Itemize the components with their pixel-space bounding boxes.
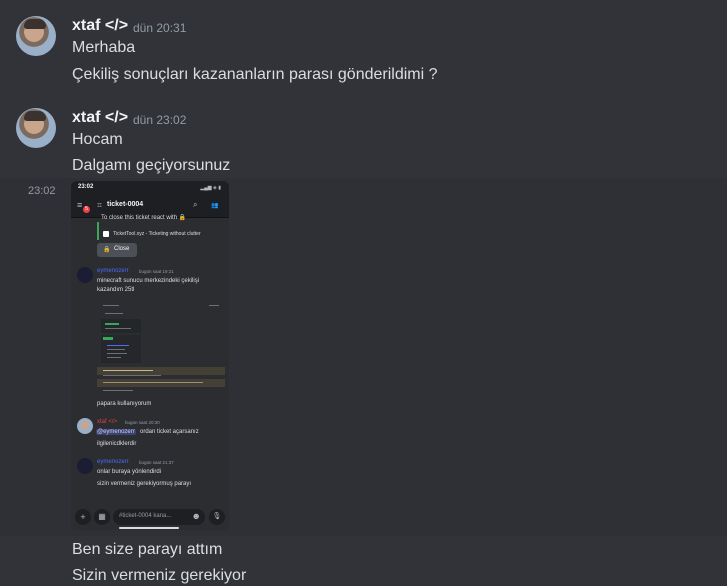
user-avatar[interactable] — [16, 16, 56, 56]
avatar-hair — [24, 19, 46, 29]
tickettool-icon — [103, 231, 109, 237]
message-timestamp: bugün saat 21:37 — [139, 460, 174, 465]
message-timestamp: bugün saat 19:21 — [139, 269, 174, 274]
user-avatar[interactable] — [16, 108, 56, 148]
message-text: onlar buraya yönlendirdi — [97, 469, 162, 475]
thumb-line — [103, 370, 153, 371]
thumb-line — [107, 349, 125, 350]
username: eymenozerr — [97, 459, 129, 465]
message-timestamp[interactable]: dün 23:02 — [133, 113, 186, 127]
close-label: Close — [114, 246, 130, 252]
message-text: Çekiliş sonuçları kazananların parası gö… — [72, 66, 438, 83]
message-text: kazandım 25tl — [97, 287, 135, 293]
avatar-hair — [24, 111, 46, 121]
username: eymenozerr — [97, 268, 129, 274]
emoji-icon: ☻ — [191, 511, 201, 521]
thumb-line — [209, 305, 219, 306]
thumb-bar — [105, 323, 119, 325]
thumb-highlight-row — [97, 379, 225, 387]
embed-text: To close this ticket react with 🔒 — [101, 215, 187, 221]
username[interactable]: xtaf </> — [72, 109, 128, 127]
user-avatar — [77, 418, 93, 434]
thumb-line — [103, 382, 203, 383]
mic-icon: 🎙 — [209, 509, 225, 525]
members-icon: 👥 — [211, 203, 219, 209]
message-text: Dalgamı geçiyorsunuz — [72, 157, 231, 174]
thumb-panel — [101, 319, 141, 333]
thumb-line — [105, 313, 123, 314]
home-indicator — [119, 527, 179, 529]
search-icon: ⌕ — [193, 200, 198, 209]
thumb-line — [103, 375, 161, 376]
message-text: sizin vermeniz gerekiyormuş parayı — [97, 481, 192, 487]
lock-icon: 🔒 — [103, 247, 111, 253]
thread-icon: ⌗ — [97, 200, 103, 210]
nested-screenshot — [97, 299, 225, 397]
channel-name: ticket-0004 — [107, 201, 144, 208]
notification-badge: 5 — [83, 206, 90, 213]
hamburger-icon: ≡ — [77, 200, 83, 210]
thumb-line — [107, 353, 127, 354]
message-timestamp[interactable]: dün 20:31 — [133, 21, 186, 35]
thumb-line — [103, 305, 119, 306]
user-avatar — [77, 267, 93, 283]
gift-icon: ▦ — [94, 509, 110, 525]
message-text: Sizin vermeniz gerekiyor — [72, 567, 247, 584]
thumb-line — [107, 345, 129, 346]
signal-icon: ▂▄▆ ◈ ▮ — [200, 185, 221, 191]
phone-clock: 23:02 — [78, 184, 94, 190]
message-timestamp: bugün saat 20:30 — [125, 420, 160, 425]
message-input: #ticket-0004 kana... ☻ — [113, 509, 205, 525]
message-text: papara kullanıyorum — [97, 401, 152, 407]
input-placeholder: #ticket-0004 kana... — [119, 513, 172, 519]
close-ticket-button: 🔒 Close — [97, 243, 137, 257]
user-avatar — [77, 458, 93, 474]
phone-status-bar: 23:02 ▂▄▆ ◈ ▮ — [71, 181, 229, 195]
embed-footer: TicketTool.xyz - Ticketing without clutt… — [113, 231, 201, 237]
username[interactable]: xtaf </> — [72, 17, 128, 35]
thumb-line — [107, 357, 121, 358]
plus-icon: + — [75, 509, 91, 525]
thumb-bar — [103, 337, 113, 340]
thumb-highlight-row — [97, 367, 225, 375]
hover-timestamp[interactable]: 23:02 — [28, 185, 56, 197]
image-attachment[interactable]: 23:02 ▂▄▆ ◈ ▮ ≡ 5 ⌗ ticket-0004 ⌕ 👥 To c… — [71, 181, 229, 530]
message-text: ilgilenicdklerdir — [97, 441, 137, 447]
username: xtaf </> — [97, 419, 118, 425]
user-mention: @eymenozerr — [96, 429, 136, 435]
message-text: Ben size parayı attım — [72, 541, 223, 558]
thumb-line — [103, 390, 133, 391]
message-text: Merhaba — [72, 39, 136, 56]
message-text: Hocam — [72, 131, 123, 148]
message-text: ordan ticket açarsanız — [140, 429, 199, 435]
message-text: minecraft sunucu merkezindeki çekilişi — [97, 278, 200, 284]
thumb-line — [105, 328, 131, 329]
